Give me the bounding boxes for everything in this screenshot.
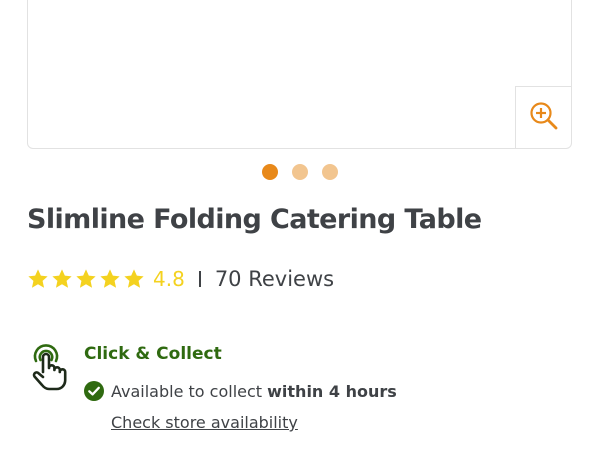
reviews-count-link[interactable]: 70 Reviews <box>215 267 334 291</box>
star-icon <box>76 269 96 288</box>
product-image-viewer <box>27 0 572 149</box>
availability-text: Available to collect <box>111 381 263 401</box>
click-collect-title: Click & Collect <box>84 344 222 364</box>
availability-status: Available to collect within 4 hours <box>84 381 397 401</box>
star-icon <box>124 269 144 288</box>
gallery-dot[interactable] <box>292 164 308 180</box>
star-rating <box>27 268 145 290</box>
star-icon <box>100 269 120 288</box>
zoom-button[interactable] <box>515 86 571 148</box>
rating-divider <box>198 271 201 287</box>
tap-hand-icon <box>28 344 70 396</box>
product-rating[interactable]: 4.8 70 Reviews <box>27 264 334 294</box>
gallery-pagination <box>0 164 600 180</box>
star-icon <box>28 269 48 288</box>
zoom-in-icon <box>529 101 559 135</box>
star-icon <box>52 269 72 288</box>
gallery-dot[interactable] <box>322 164 338 180</box>
rating-score: 4.8 <box>153 267 185 291</box>
gallery-dot[interactable] <box>262 164 278 180</box>
check-circle-icon <box>84 381 104 401</box>
product-title: Slimline Folding Catering Table <box>27 204 482 235</box>
availability-time: within 4 hours <box>267 381 397 401</box>
check-store-availability-link[interactable]: Check store availability <box>111 413 298 432</box>
